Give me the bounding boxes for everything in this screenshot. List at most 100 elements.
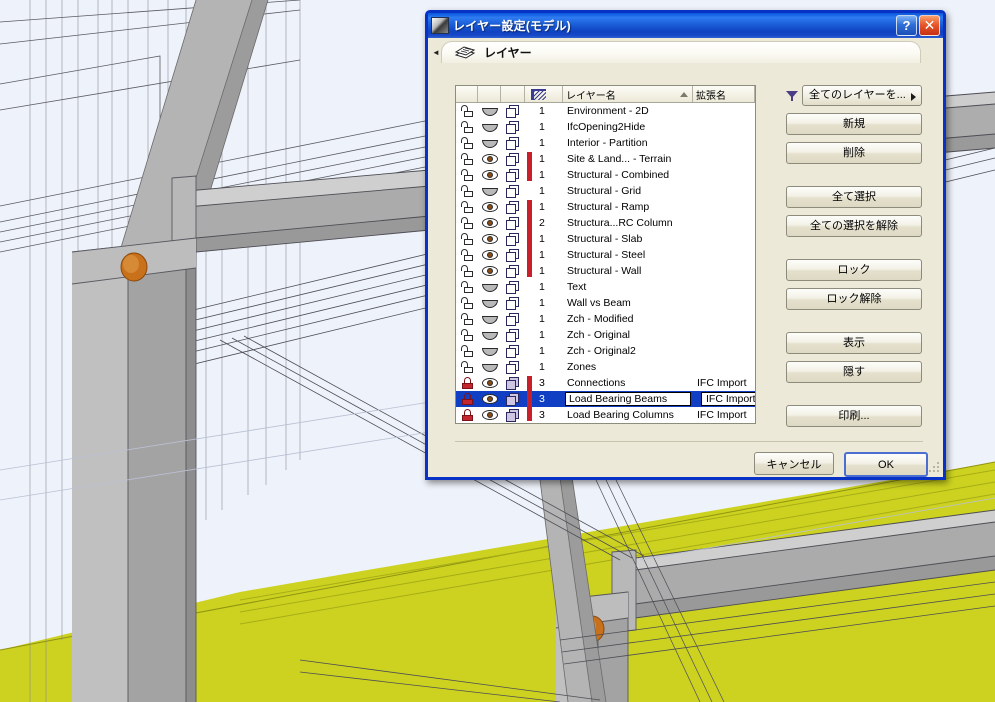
table-row[interactable]: 1 Structural - Combined: [456, 167, 755, 183]
layer-pen-number[interactable]: 1: [535, 151, 563, 167]
layer-visibility-toggle[interactable]: [478, 151, 501, 167]
layer-visibility-toggle[interactable]: [478, 391, 501, 407]
layer-pen-number[interactable]: 1: [535, 119, 563, 135]
layer-wireframe-toggle[interactable]: [501, 343, 525, 359]
layer-extension-cell[interactable]: [693, 295, 755, 311]
column-header-wireframe[interactable]: [501, 86, 525, 102]
layer-wireframe-toggle[interactable]: [501, 391, 525, 407]
column-header-lock[interactable]: [456, 86, 478, 102]
layer-visibility-toggle[interactable]: [478, 167, 501, 183]
layer-pen-number[interactable]: 1: [535, 103, 563, 119]
layer-visibility-toggle[interactable]: [478, 311, 501, 327]
layer-wireframe-toggle[interactable]: [501, 119, 525, 135]
new-layer-button[interactable]: 新規: [786, 113, 922, 135]
layer-name-cell[interactable]: Structural - Ramp: [563, 199, 693, 215]
table-row[interactable]: 1 Site & Land... - Terrain: [456, 151, 755, 167]
layer-visibility-toggle[interactable]: [478, 119, 501, 135]
unlock-button[interactable]: ロック解除: [786, 288, 922, 310]
table-row[interactable]: 3 Load Bearing Beams IFC Import: [456, 391, 755, 407]
layer-name-cell[interactable]: Text: [563, 279, 693, 295]
layer-wireframe-toggle[interactable]: [501, 151, 525, 167]
table-row[interactable]: 3 Connections IFC Import: [456, 375, 755, 391]
resize-grip-icon[interactable]: [928, 462, 940, 474]
layer-name-cell[interactable]: Wall vs Beam: [563, 295, 693, 311]
layer-name-cell[interactable]: Structural - Wall: [563, 263, 693, 279]
layer-name-cell[interactable]: Structural - Grid: [563, 183, 693, 199]
table-row[interactable]: 1 Structural - Ramp: [456, 199, 755, 215]
layer-pen-number[interactable]: 1: [535, 343, 563, 359]
table-row[interactable]: 1 Structural - Steel: [456, 247, 755, 263]
layer-lock-toggle[interactable]: [456, 327, 478, 343]
layer-wireframe-toggle[interactable]: [501, 215, 525, 231]
layer-pen-number[interactable]: 1: [535, 247, 563, 263]
layer-visibility-toggle[interactable]: [478, 327, 501, 343]
layer-name-cell[interactable]: Site & Land... - Terrain: [563, 151, 693, 167]
layer-wireframe-toggle[interactable]: [501, 407, 525, 423]
table-row[interactable]: 1 IfcOpening2Hide: [456, 119, 755, 135]
layer-wireframe-toggle[interactable]: [501, 375, 525, 391]
layer-wireframe-toggle[interactable]: [501, 199, 525, 215]
layer-name-cell[interactable]: Zch - Original: [563, 327, 693, 343]
print-button[interactable]: 印刷...: [786, 405, 922, 427]
layer-name-cell[interactable]: Environment - 2D: [563, 103, 693, 119]
layer-name-cell[interactable]: Load Bearing Beams: [565, 392, 691, 406]
layer-pen-number[interactable]: 1: [535, 311, 563, 327]
column-header-pen[interactable]: [525, 86, 563, 102]
layer-lock-toggle[interactable]: [456, 375, 478, 391]
layer-name-cell[interactable]: Structural - Steel: [563, 247, 693, 263]
table-row[interactable]: 1 Wall vs Beam: [456, 295, 755, 311]
table-row[interactable]: 1 Zones: [456, 359, 755, 375]
layer-wireframe-toggle[interactable]: [501, 311, 525, 327]
table-row[interactable]: 3 Load Bearing Columns IFC Import: [456, 407, 755, 423]
help-button[interactable]: ?: [896, 15, 917, 36]
layer-lock-toggle[interactable]: [456, 103, 478, 119]
layer-pen-number[interactable]: 1: [535, 263, 563, 279]
layer-wireframe-toggle[interactable]: [501, 327, 525, 343]
layer-visibility-toggle[interactable]: [478, 279, 501, 295]
layer-visibility-toggle[interactable]: [478, 215, 501, 231]
layer-pen-number[interactable]: 1: [535, 167, 563, 183]
delete-layer-button[interactable]: 削除: [786, 142, 922, 164]
layer-extension-cell[interactable]: [693, 183, 755, 199]
layer-pen-number[interactable]: 1: [535, 199, 563, 215]
layer-lock-toggle[interactable]: [456, 279, 478, 295]
layer-extension-cell[interactable]: [693, 279, 755, 295]
layer-extension-cell[interactable]: IFC Import: [693, 375, 755, 391]
layer-lock-toggle[interactable]: [456, 295, 478, 311]
close-icon[interactable]: ✕: [919, 15, 940, 36]
layer-extension-cell[interactable]: [693, 215, 755, 231]
layer-pen-number[interactable]: 1: [535, 183, 563, 199]
layer-lock-toggle[interactable]: [456, 311, 478, 327]
layer-name-cell[interactable]: Structura...RC Column: [563, 215, 693, 231]
layer-visibility-toggle[interactable]: [478, 247, 501, 263]
layer-extension-cell[interactable]: [693, 135, 755, 151]
layer-extension-cell[interactable]: [693, 343, 755, 359]
table-row[interactable]: 1 Structural - Slab: [456, 231, 755, 247]
layer-lock-toggle[interactable]: [456, 343, 478, 359]
deselect-all-button[interactable]: 全ての選択を解除: [786, 215, 922, 237]
select-all-button[interactable]: 全て選択: [786, 186, 922, 208]
layer-visibility-toggle[interactable]: [478, 295, 501, 311]
layer-pen-number[interactable]: 3: [535, 391, 563, 407]
layer-name-cell[interactable]: Zch - Original2: [563, 343, 693, 359]
layer-lock-toggle[interactable]: [456, 391, 478, 407]
layer-pen-number[interactable]: 1: [535, 231, 563, 247]
layer-visibility-toggle[interactable]: [478, 343, 501, 359]
layer-lock-toggle[interactable]: [456, 359, 478, 375]
layer-extension-cell[interactable]: [693, 263, 755, 279]
layer-wireframe-toggle[interactable]: [501, 103, 525, 119]
layer-visibility-toggle[interactable]: [478, 263, 501, 279]
column-header-extension[interactable]: 拡張名: [693, 86, 755, 102]
lock-button[interactable]: ロック: [786, 259, 922, 281]
layer-list[interactable]: レイヤー名 拡張名 1 Environment - 2D 1 IfcOpening2H…: [455, 85, 756, 424]
layer-extension-cell[interactable]: [693, 311, 755, 327]
layer-name-cell[interactable]: Structural - Combined: [563, 167, 693, 183]
layer-lock-toggle[interactable]: [456, 263, 478, 279]
layer-visibility-toggle[interactable]: [478, 103, 501, 119]
layer-name-cell[interactable]: IfcOpening2Hide: [563, 119, 693, 135]
table-row[interactable]: 1 Environment - 2D: [456, 103, 755, 119]
table-row[interactable]: 1 Structural - Wall: [456, 263, 755, 279]
layer-visibility-toggle[interactable]: [478, 359, 501, 375]
hide-button[interactable]: 隠す: [786, 361, 922, 383]
layer-lock-toggle[interactable]: [456, 215, 478, 231]
